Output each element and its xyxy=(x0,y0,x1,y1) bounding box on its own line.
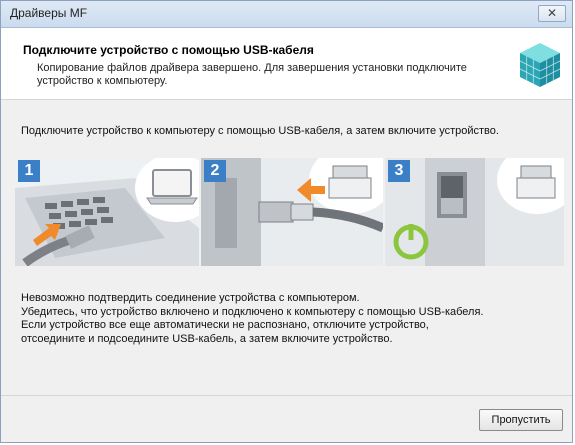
driver-cubes-icon xyxy=(519,43,561,87)
status-line: Невозможно подтвердить соединение устрой… xyxy=(21,292,360,304)
title-bar[interactable]: Драйверы MF ✕ xyxy=(1,1,572,28)
page-title: Подключите устройство с помощью USB-кабе… xyxy=(23,43,314,57)
status-line: Убедитесь, что устройство включено и под… xyxy=(21,305,484,318)
step-1-panel: 1 xyxy=(15,158,199,266)
skip-button[interactable]: Пропустить xyxy=(479,409,563,431)
close-icon: ✕ xyxy=(546,6,558,20)
step-3-badge: 3 xyxy=(388,160,410,182)
step-2-badge: 2 xyxy=(204,160,226,182)
step-3-panel: 3 xyxy=(385,158,564,266)
usb-plug-printer-icon xyxy=(201,158,383,266)
status-message: Невозможно подтвердить соединение устрой… xyxy=(21,292,566,346)
steps-illustration: 1 2 3 xyxy=(15,158,564,266)
usb-plug-laptop-icon xyxy=(15,158,199,266)
step-2-panel: 2 xyxy=(201,158,383,266)
instruction-text: Подключите устройство к компьютеру с пом… xyxy=(21,125,499,137)
installer-window: Драйверы MF ✕ Подключите устройство с по… xyxy=(0,0,573,443)
header-panel: Подключите устройство с помощью USB-кабе… xyxy=(1,28,572,100)
status-line: отсоедините и подсоедините USB-кабель, а… xyxy=(21,332,393,345)
window-title: Драйверы MF xyxy=(10,6,88,20)
page-subtitle: Копирование файлов драйвера завершено. Д… xyxy=(37,62,467,87)
power-switch-on-icon xyxy=(385,158,564,266)
status-line: Если устройство все еще автоматически не… xyxy=(21,319,429,331)
close-button[interactable]: ✕ xyxy=(538,5,566,22)
footer-divider xyxy=(1,395,572,396)
step-1-badge: 1 xyxy=(18,160,40,182)
